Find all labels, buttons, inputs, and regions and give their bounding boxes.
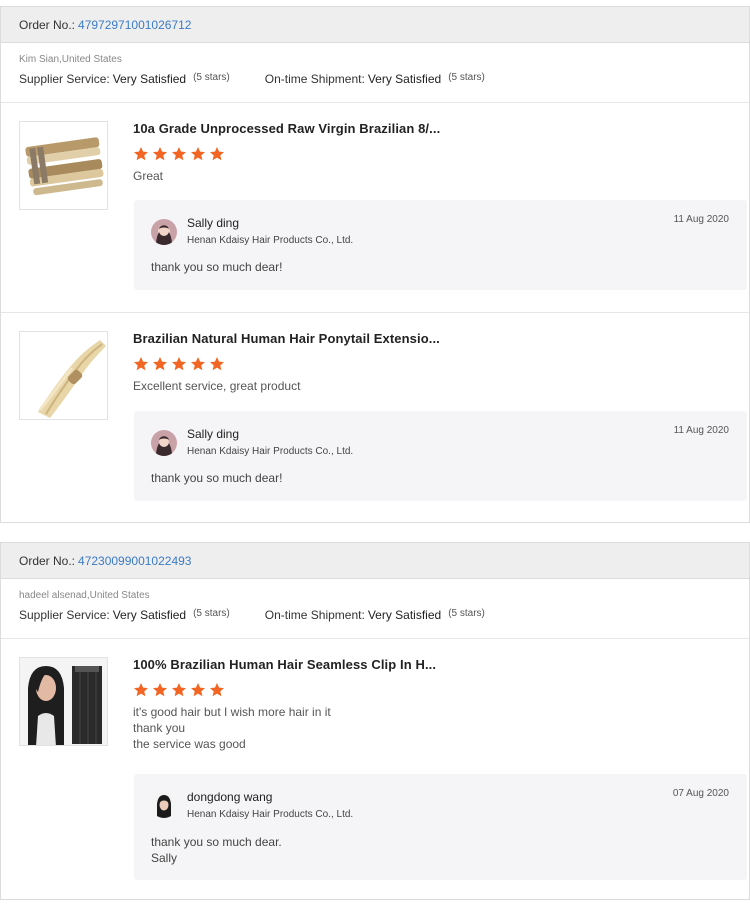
star-icon: [191, 147, 205, 161]
shipment-stars: (5 stars): [448, 72, 485, 83]
product-thumbnail[interactable]: [19, 657, 108, 746]
reply-author: Sally ding: [187, 216, 240, 230]
star-icon: [134, 147, 148, 161]
star-icon: [191, 357, 205, 371]
shipment-label: On-time Shipment:: [264, 72, 365, 86]
review-comment-line: thank you: [133, 721, 186, 735]
reply-date: 07 Aug 2020: [672, 788, 729, 799]
order-number-link[interactable]: 47230099001022493: [78, 554, 191, 568]
star-icon: [153, 147, 167, 161]
order-header: Order No.: 47230099001022493: [1, 543, 749, 579]
review-comment: Excellent service, great product: [133, 379, 301, 393]
buyer-info: hadeel alsenad,United States Supplier Se…: [1, 579, 749, 639]
reply-text: thank you so much dear. Sally: [151, 834, 282, 866]
product-thumbnail[interactable]: [19, 121, 108, 210]
review-content: Brazilian Natural Human Hair Ponytail Ex…: [133, 331, 747, 394]
review-comment: it's good hair but I wish more hair in i…: [133, 704, 747, 752]
order-label: Order No.:: [19, 17, 76, 32]
rating-stars: [133, 682, 747, 698]
review-item: Brazilian Natural Human Hair Ponytail Ex…: [1, 313, 749, 523]
product-title[interactable]: Brazilian Natural Human Hair Ponytail Ex…: [133, 331, 747, 346]
order-header: Order No.: 47972971001026712: [1, 7, 749, 43]
supplier-reply: Sally ding Henan Kdaisy Hair Products Co…: [134, 200, 747, 290]
reply-date: 11 Aug 2020: [673, 425, 729, 436]
supplier-service-label: Supplier Service:: [19, 608, 110, 622]
review-content: 100% Brazilian Human Hair Seamless Clip …: [133, 657, 747, 752]
star-icon: [153, 357, 167, 371]
avatar: [151, 430, 177, 456]
star-icon: [210, 147, 224, 161]
reply-text-line: thank you so much dear.: [151, 835, 282, 849]
reply-text: thank you so much dear!: [151, 260, 283, 274]
star-icon: [172, 683, 186, 697]
supplier-service-stars: (5 stars): [193, 72, 230, 83]
supplier-service-label: Supplier Service:: [19, 72, 110, 86]
supplier-reply: Sally ding Henan Kdaisy Hair Products Co…: [134, 411, 747, 501]
reply-text-line: Sally: [151, 851, 178, 865]
supplier-reply: dongdong wang Henan Kdaisy Hair Products…: [134, 774, 747, 880]
shipment-value: Very Satisfied: [367, 608, 442, 622]
reply-author: dongdong wang: [187, 790, 273, 804]
review-comment: Great: [133, 169, 164, 183]
reply-author: Sally ding: [187, 427, 240, 441]
shipment-stars: (5 stars): [448, 608, 485, 619]
supplier-service-stars: (5 stars): [193, 608, 230, 619]
order-ratings: Supplier Service: Very Satisfied (5 star…: [19, 72, 731, 86]
avatar: [151, 219, 177, 245]
supplier-service-value: Very Satisfied: [112, 608, 187, 622]
product-thumbnail[interactable]: [19, 331, 108, 420]
buyer-name: Kim Sian,United States: [19, 54, 122, 65]
avatar: [151, 792, 177, 818]
product-title[interactable]: 100% Brazilian Human Hair Seamless Clip …: [133, 657, 747, 672]
star-icon: [134, 357, 148, 371]
order-number-link[interactable]: 47972971001026712: [78, 18, 191, 32]
order-card: Order No.: 47972971001026712 Kim Sian,Un…: [0, 6, 750, 523]
review-comment-line: the service was good: [133, 737, 246, 751]
reply-company: Henan Kdaisy Hair Products Co., Ltd.: [187, 235, 354, 246]
supplier-service-value: Very Satisfied: [112, 72, 187, 86]
reply-company: Henan Kdaisy Hair Products Co., Ltd.: [187, 809, 354, 820]
star-icon: [172, 147, 186, 161]
rating-stars: [133, 356, 747, 372]
review-comment-line: it's good hair but I wish more hair in i…: [133, 705, 331, 719]
star-icon: [134, 683, 148, 697]
star-icon: [153, 683, 167, 697]
rating-stars: [133, 146, 747, 162]
shipment-value: Very Satisfied: [367, 72, 442, 86]
star-icon: [191, 683, 205, 697]
reply-company: Henan Kdaisy Hair Products Co., Ltd.: [187, 446, 354, 457]
order-card: Order No.: 47230099001022493 hadeel alse…: [0, 542, 750, 900]
review-content: 10a Grade Unprocessed Raw Virgin Brazili…: [133, 121, 747, 184]
shipment-label: On-time Shipment:: [264, 608, 365, 622]
star-icon: [172, 357, 186, 371]
order-label: Order No.:: [19, 553, 76, 568]
reply-date: 11 Aug 2020: [673, 214, 729, 225]
order-ratings: Supplier Service: Very Satisfied (5 star…: [19, 608, 731, 622]
star-icon: [210, 683, 224, 697]
review-item: 100% Brazilian Human Hair Seamless Clip …: [1, 639, 749, 899]
buyer-info: Kim Sian,United States Supplier Service:…: [1, 43, 749, 103]
star-icon: [210, 357, 224, 371]
buyer-name: hadeel alsenad,United States: [19, 590, 150, 601]
product-title[interactable]: 10a Grade Unprocessed Raw Virgin Brazili…: [133, 121, 747, 136]
review-item: 10a Grade Unprocessed Raw Virgin Brazili…: [1, 103, 749, 313]
reply-text: thank you so much dear!: [151, 471, 283, 485]
